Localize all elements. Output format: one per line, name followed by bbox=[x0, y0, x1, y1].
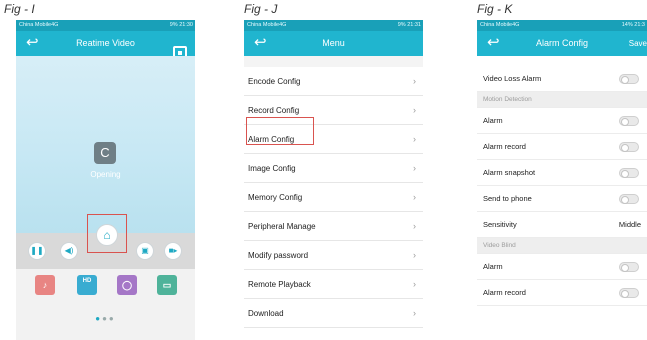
figure-label-i: Fig - I bbox=[4, 2, 35, 16]
menu-item-memory-config[interactable]: Memory Config › bbox=[244, 183, 423, 212]
chevron-right-icon: › bbox=[413, 250, 416, 260]
setting-label: Alarm bbox=[483, 262, 503, 271]
setting-label: Alarm record bbox=[483, 142, 526, 151]
toggle-switch[interactable] bbox=[619, 288, 639, 298]
setting-video-loss-alarm: Video Loss Alarm bbox=[477, 66, 647, 92]
save-button[interactable]: Save bbox=[629, 31, 647, 56]
chevron-right-icon: › bbox=[413, 192, 416, 202]
hd-label: HD bbox=[82, 278, 92, 284]
carrier-text: China Mobile4G bbox=[19, 22, 59, 28]
home-highlight-box bbox=[87, 214, 127, 253]
setting-alarm: Alarm bbox=[477, 254, 647, 280]
menu-item-label: Remote Playback bbox=[248, 280, 311, 289]
menu-item-label: Record Config bbox=[248, 106, 300, 115]
setting-send-to-phone: Send to phone bbox=[477, 186, 647, 212]
status-bar: China Mobile4G 14% 21:3 bbox=[477, 20, 647, 31]
record-icon[interactable]: ◯ bbox=[117, 275, 137, 295]
alarm-settings-list: Video Loss Alarm Motion Detection Alarm … bbox=[477, 66, 647, 306]
title-bar: ↩ Alarm Config Save bbox=[477, 31, 647, 56]
pause-icon[interactable]: ❚❚ bbox=[28, 242, 46, 260]
setting-label: Alarm record bbox=[483, 288, 526, 297]
menu-item-encode-config[interactable]: Encode Config › bbox=[244, 67, 423, 96]
chevron-right-icon: › bbox=[413, 221, 416, 231]
phone-alarm-config: China Mobile4G 14% 21:3 ↩ Alarm Config S… bbox=[477, 20, 647, 340]
page-title: Alarm Config bbox=[535, 38, 589, 48]
menu-item-modify-password[interactable]: Modify password › bbox=[244, 241, 423, 270]
carrier-text: China Mobile4G bbox=[480, 22, 520, 28]
toggle-switch[interactable] bbox=[619, 168, 639, 178]
setting-label: Alarm snapshot bbox=[483, 168, 536, 177]
setting-alarm: Alarm bbox=[477, 108, 647, 134]
chevron-right-icon: › bbox=[413, 163, 416, 173]
menu-item-download[interactable]: Download › bbox=[244, 299, 423, 328]
toggle-switch[interactable] bbox=[619, 142, 639, 152]
hd-icon[interactable]: HD bbox=[77, 275, 97, 295]
page-indicator: ●●● bbox=[95, 314, 116, 323]
setting-label: Video Loss Alarm bbox=[483, 74, 542, 83]
video-view[interactable]: C Opening bbox=[16, 56, 195, 233]
menu-item-label: Download bbox=[248, 309, 284, 318]
status-right: 9% 21:30 bbox=[169, 22, 193, 28]
camera-switch-icon[interactable]: ▭ bbox=[157, 275, 177, 295]
menu-item-label: Encode Config bbox=[248, 77, 301, 86]
page-title: Menu bbox=[322, 38, 345, 48]
figure-label-j: Fig - J bbox=[244, 2, 278, 16]
loading-text: Opening bbox=[90, 170, 121, 179]
status-bar: China Mobile4G 9% 21:31 bbox=[244, 20, 423, 31]
menu-item-label: Memory Config bbox=[248, 193, 303, 202]
loading-icon: C bbox=[94, 142, 116, 164]
menu-item-image-config[interactable]: Image Config › bbox=[244, 154, 423, 183]
snapshot-icon[interactable]: ▣ bbox=[136, 242, 154, 260]
record-video-icon[interactable]: ■▸ bbox=[164, 242, 182, 260]
carrier-text: China Mobile4G bbox=[247, 22, 287, 28]
setting-alarm-snapshot: Alarm snapshot bbox=[477, 160, 647, 186]
title-bar: ↩ Menu bbox=[244, 31, 423, 56]
setting-alarm-record: Alarm record bbox=[477, 280, 647, 306]
chevron-right-icon: › bbox=[413, 76, 416, 86]
menu-item-peripheral-manage[interactable]: Peripheral Manage › bbox=[244, 212, 423, 241]
page-title: Reatime Video bbox=[76, 38, 135, 48]
title-bar: ↩ Reatime Video bbox=[16, 31, 195, 60]
setting-label: Send to phone bbox=[483, 194, 532, 203]
phone-realtime-video: China Mobile4G 9% 21:30 ↩ Reatime Video … bbox=[16, 20, 195, 340]
menu-list: Encode Config › Record Config › Alarm Conf… bbox=[244, 67, 423, 328]
alarm-config-highlight-box bbox=[246, 117, 314, 145]
microphone-icon[interactable]: ♪ bbox=[35, 275, 55, 295]
toggle-switch[interactable] bbox=[619, 194, 639, 204]
menu-spacer bbox=[244, 56, 423, 67]
phone-menu: China Mobile4G 9% 21:31 ↩ Menu Encode Co… bbox=[244, 20, 423, 340]
volume-icon[interactable]: ◀) bbox=[60, 242, 78, 260]
toggle-switch[interactable] bbox=[619, 74, 639, 84]
setting-label: Alarm bbox=[483, 116, 503, 125]
toggle-switch[interactable] bbox=[619, 116, 639, 126]
section-label: Video Blind bbox=[483, 242, 516, 249]
status-bar: China Mobile4G 9% 21:30 bbox=[16, 20, 195, 31]
chevron-right-icon: › bbox=[413, 134, 416, 144]
setting-sensitivity[interactable]: Sensitivity Middle bbox=[477, 212, 647, 238]
menu-item-label: Peripheral Manage bbox=[248, 222, 316, 231]
menu-item-label: Modify password bbox=[248, 251, 309, 260]
section-header-motion-detection: Motion Detection bbox=[477, 92, 647, 108]
chevron-right-icon: › bbox=[413, 279, 416, 289]
chevron-right-icon: › bbox=[413, 105, 416, 115]
status-right: 9% 21:31 bbox=[397, 22, 421, 28]
figure-label-k: Fig - K bbox=[477, 2, 513, 16]
setting-alarm-record: Alarm record bbox=[477, 134, 647, 160]
status-right: 14% 21:3 bbox=[621, 22, 645, 28]
toggle-switch[interactable] bbox=[619, 262, 639, 272]
section-header-video-blind: Video Blind bbox=[477, 238, 647, 254]
section-label: Motion Detection bbox=[483, 96, 532, 103]
sensitivity-select[interactable]: Middle bbox=[619, 212, 641, 238]
setting-label: Sensitivity bbox=[483, 220, 517, 229]
chevron-right-icon: › bbox=[413, 308, 416, 318]
menu-item-label: Image Config bbox=[248, 164, 296, 173]
menu-item-remote-playback[interactable]: Remote Playback › bbox=[244, 270, 423, 299]
